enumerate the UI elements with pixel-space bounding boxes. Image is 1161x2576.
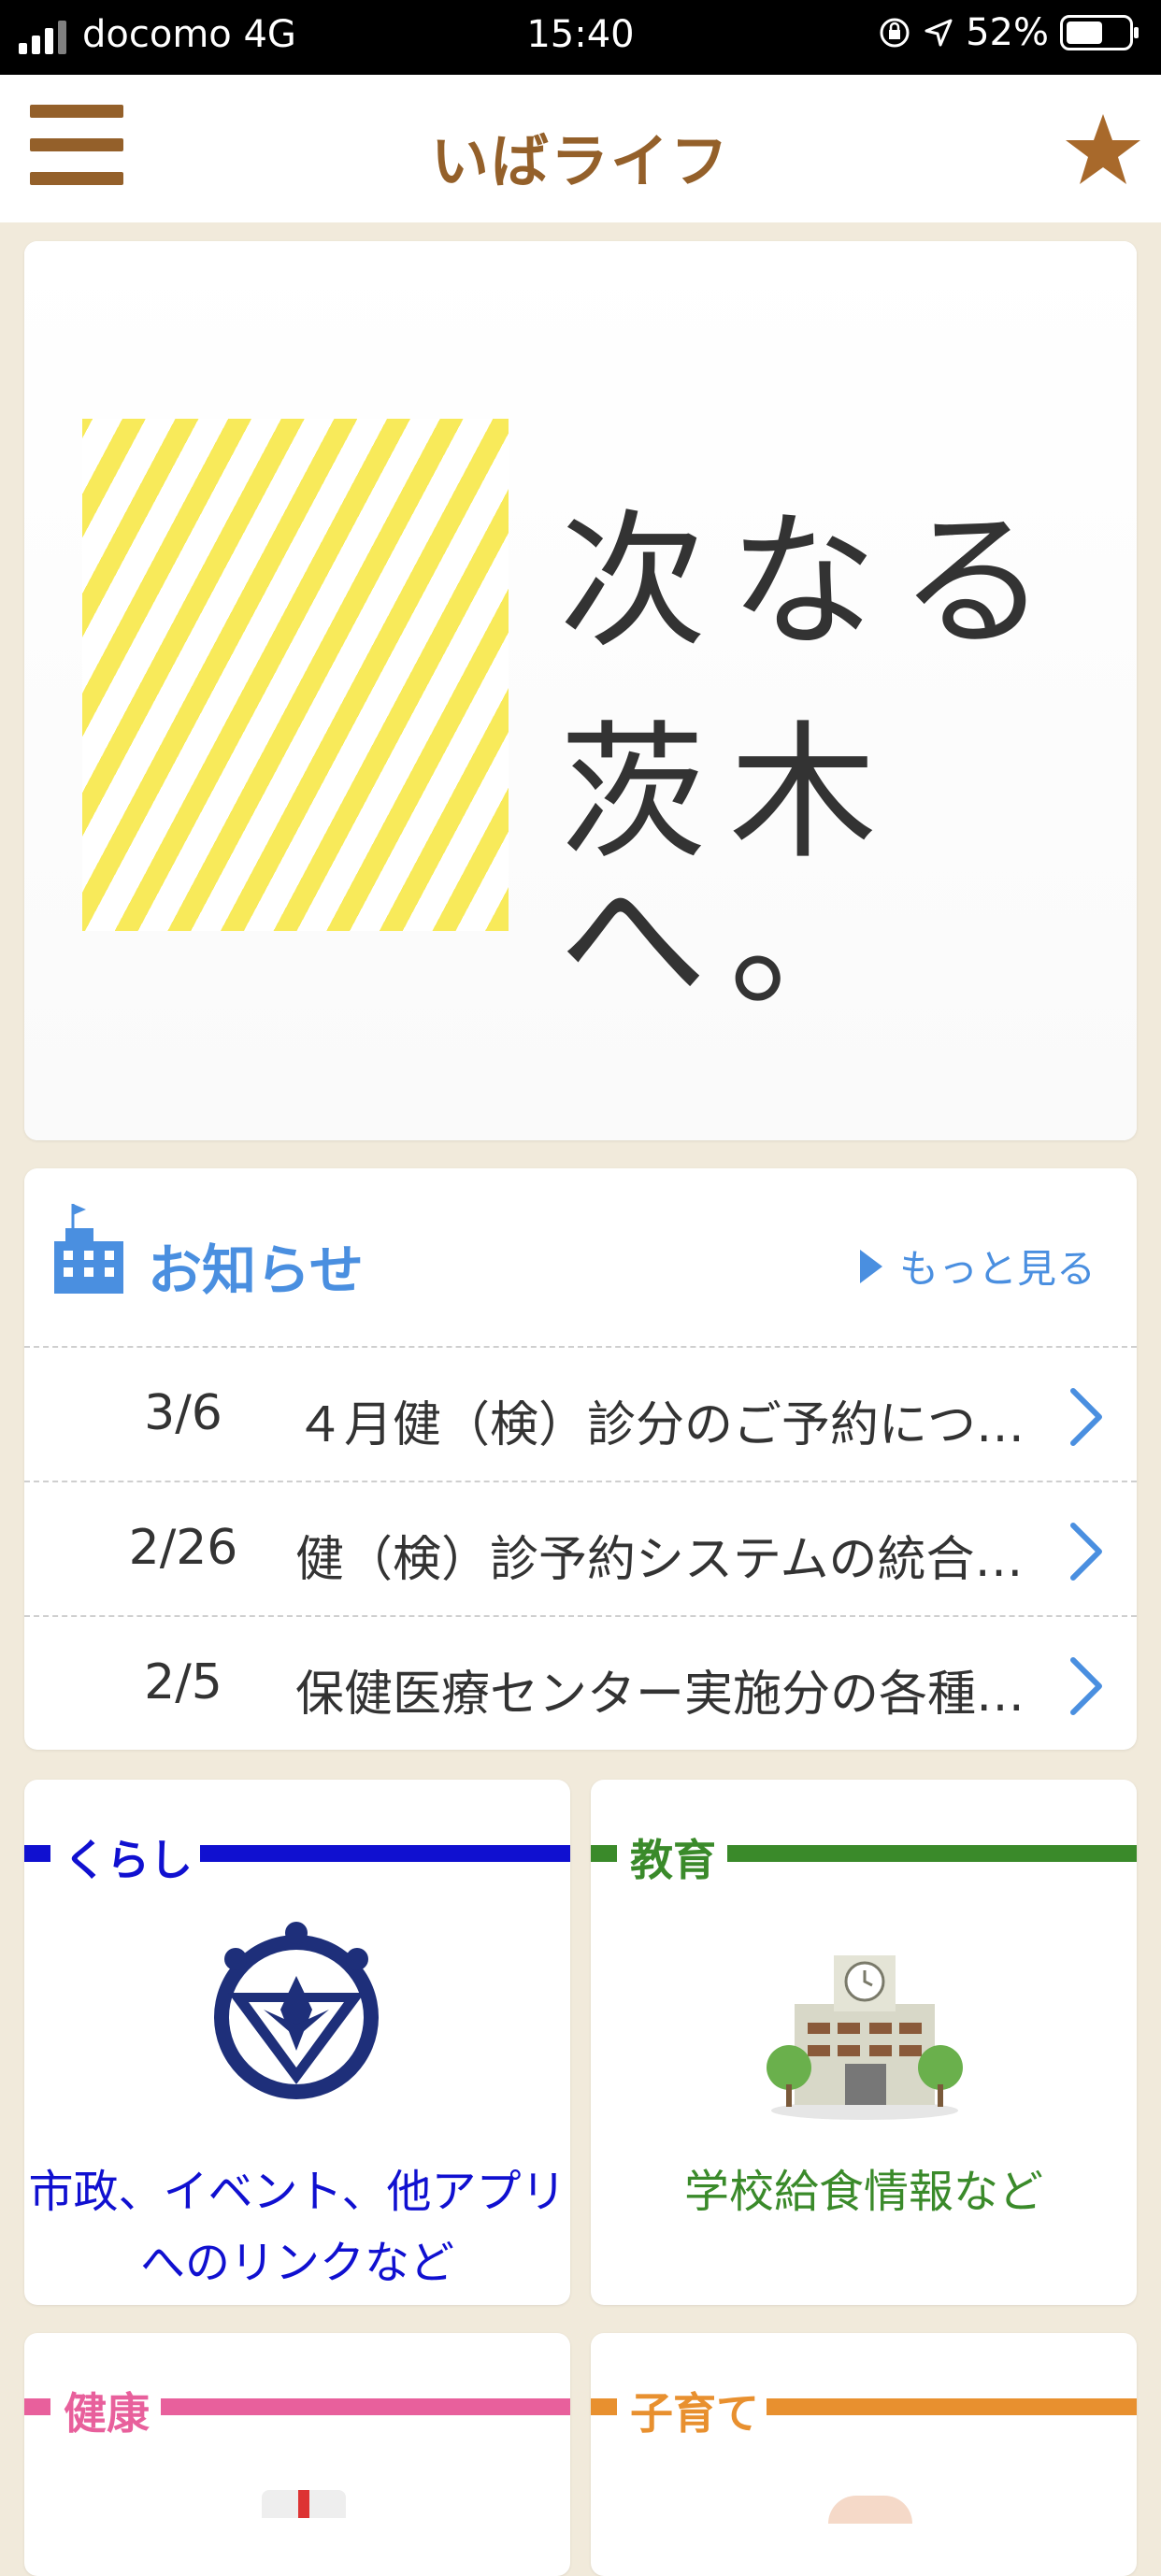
news-text: 健（検）診予約システムの統合… bbox=[295, 1532, 1024, 1588]
news-item[interactable]: 2/5 保健医療センター実施分の各種… bbox=[24, 1615, 1137, 1752]
news-header: お知らせ もっと見る bbox=[24, 1168, 1137, 1346]
category-kyouiku[interactable]: 教育 学校給食情報など bbox=[591, 1780, 1137, 2305]
banner-slogan-line2: 茨木へ。 bbox=[559, 708, 899, 1027]
chevron-right-icon bbox=[1070, 1523, 1102, 1581]
city-emblem-icon bbox=[214, 1922, 379, 2099]
category-caption-line2: へのリンクなど bbox=[139, 2237, 454, 2289]
favorites-star-icon[interactable] bbox=[1064, 112, 1142, 187]
category-label: 子育て bbox=[630, 2388, 759, 2439]
app-title: いばライフ bbox=[430, 127, 730, 195]
category-header: 健康 bbox=[24, 2380, 570, 2439]
battery-icon bbox=[1060, 15, 1139, 50]
category-header: くらし bbox=[24, 1826, 570, 1885]
category-header: 子育て bbox=[591, 2380, 1137, 2439]
more-link-label: もっと見る bbox=[898, 1246, 1096, 1292]
category-header: 教育 bbox=[591, 1826, 1137, 1885]
child-rearing-icon bbox=[828, 2496, 912, 2524]
banner-slogan-line1: 次なる bbox=[559, 496, 1069, 668]
striped-pattern bbox=[82, 419, 509, 931]
news-date: 2/5 bbox=[144, 1654, 222, 1710]
play-arrow-icon bbox=[859, 1249, 882, 1283]
news-text: ４月健（検）診分のご予約につ… bbox=[295, 1397, 1025, 1453]
news-date: 3/6 bbox=[144, 1385, 222, 1441]
news-item[interactable]: 3/6 ４月健（検）診分のご予約につ… bbox=[24, 1346, 1137, 1482]
category-label: くらし bbox=[64, 1835, 193, 1885]
city-hall-icon bbox=[54, 1204, 123, 1294]
more-link[interactable]: もっと見る bbox=[859, 1238, 1096, 1295]
news-title: お知らせ bbox=[148, 1238, 364, 1302]
category-kenkou[interactable]: 健康 bbox=[24, 2333, 570, 2576]
battery-percent: 52% bbox=[966, 11, 1049, 54]
category-label: 健康 bbox=[64, 2388, 150, 2439]
app-header: いばライフ bbox=[0, 75, 1161, 222]
hero-banner[interactable]: 次なる 茨木へ。 bbox=[24, 241, 1137, 1140]
news-panel: お知らせ もっと見る 3/6 ４月健（検）診分のご予約につ… 2/26 健（検）… bbox=[24, 1168, 1137, 1750]
category-kurashi[interactable]: くらし 市政、イベント、他アプリ へのリンクなど bbox=[24, 1780, 570, 2305]
location-icon bbox=[924, 19, 953, 47]
rotation-lock-icon bbox=[880, 18, 910, 48]
school-building-icon bbox=[767, 1955, 963, 2120]
news-date: 2/26 bbox=[128, 1520, 238, 1576]
chevron-right-icon bbox=[1070, 1388, 1102, 1446]
category-caption-line1: 学校給食情報など bbox=[683, 2166, 1043, 2218]
news-text: 保健医療センター実施分の各種… bbox=[295, 1667, 1025, 1723]
category-label: 教育 bbox=[630, 1835, 716, 1885]
news-item[interactable]: 2/26 健（検）診予約システムの統合… bbox=[24, 1481, 1137, 1617]
category-caption-line1: 市政、イベント、他アプリ bbox=[28, 2166, 566, 2218]
category-kosodate[interactable]: 子育て bbox=[591, 2333, 1137, 2576]
chevron-right-icon bbox=[1070, 1657, 1102, 1715]
health-icon bbox=[262, 2490, 346, 2518]
status-bar: docomo 4G 15:40 52% bbox=[0, 0, 1161, 75]
